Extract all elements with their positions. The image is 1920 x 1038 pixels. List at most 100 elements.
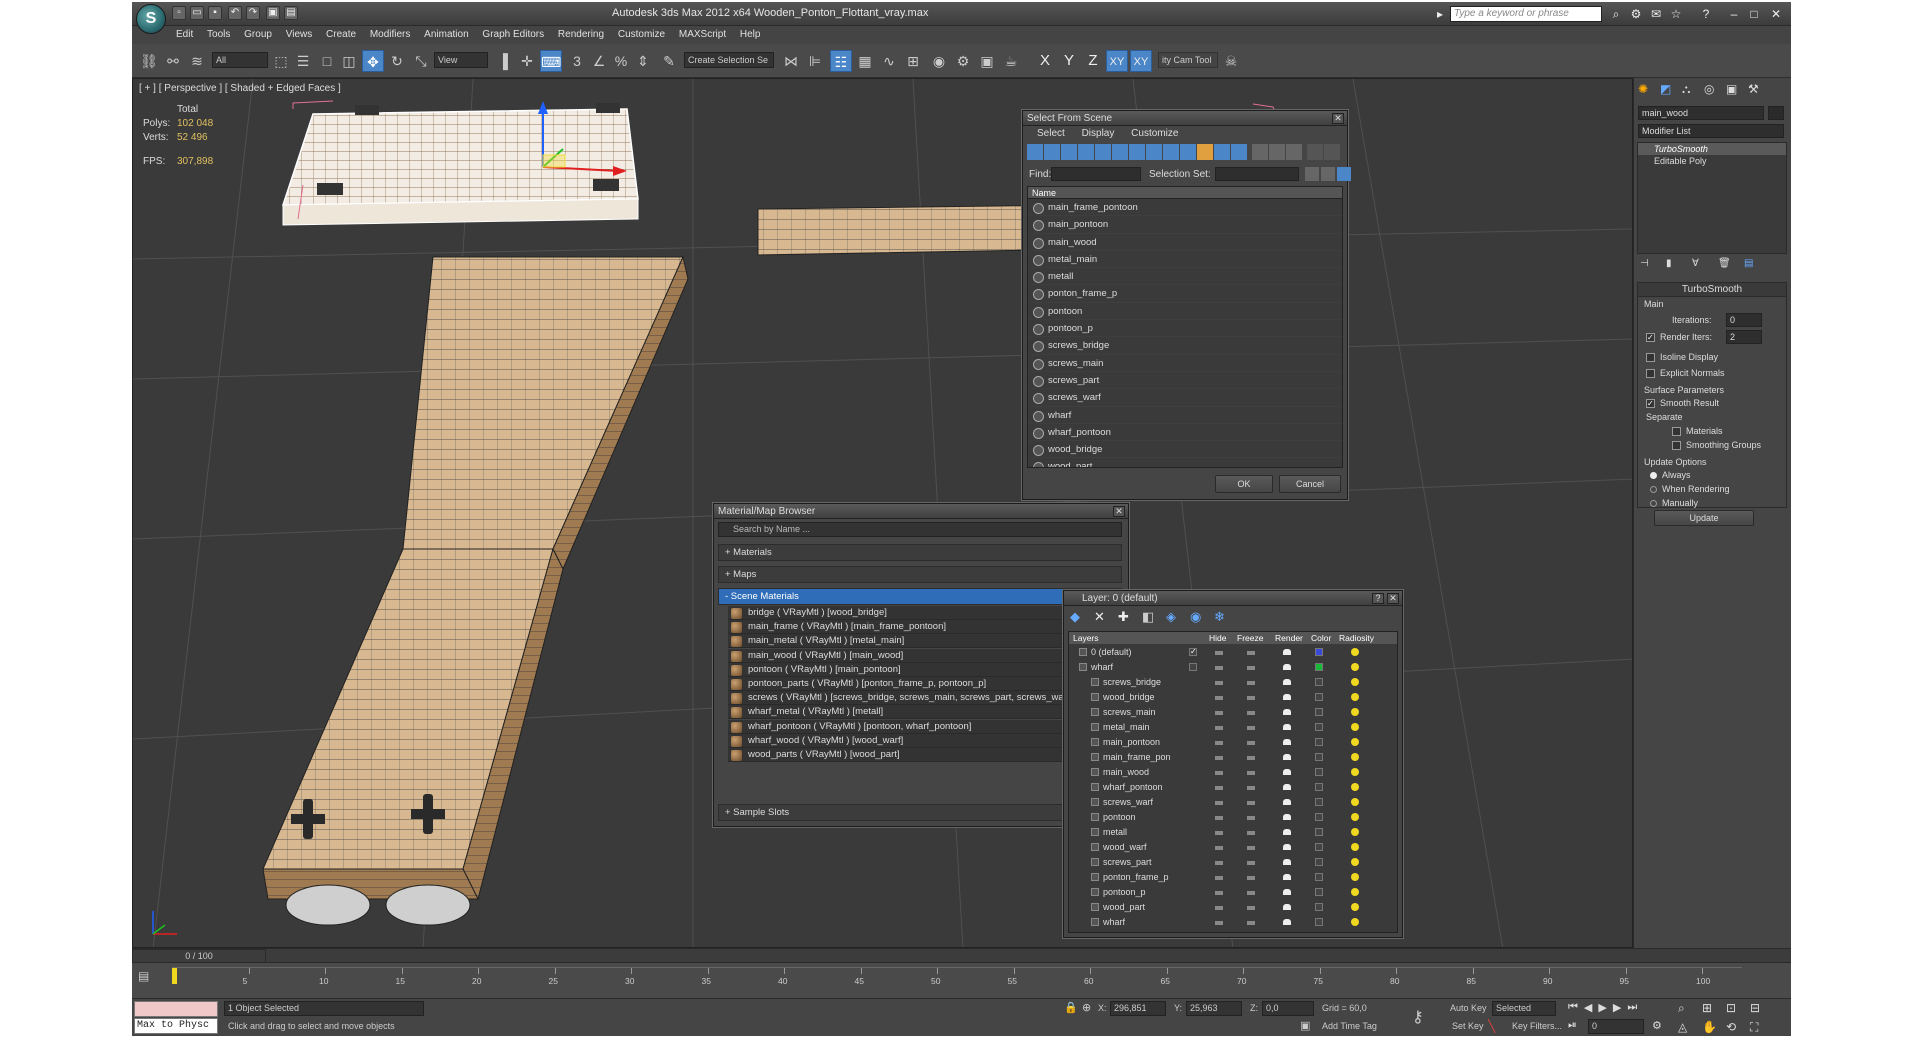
menu-tools[interactable]: Tools	[203, 26, 237, 40]
fov-icon[interactable]: ◬	[1678, 1020, 1702, 1035]
scene-material-item[interactable]: wharf_pontoon ( VRayMtl ) [pontoon, whar…	[728, 719, 1112, 734]
scene-material-item[interactable]: main_metal ( VRayMtl ) [metal_main]	[728, 634, 1112, 649]
binoculars-icon[interactable]: ⌕	[1608, 6, 1624, 22]
render-teapot-icon[interactable]	[1283, 859, 1291, 865]
layer-row[interactable]: pontoon_p	[1069, 885, 1397, 900]
iterations-spinner[interactable]: 0	[1726, 313, 1762, 327]
section-sample-slots[interactable]: + Sample Slots	[718, 804, 1122, 821]
close-icon[interactable]: ✕	[1113, 506, 1125, 517]
radiosity-bulb-icon[interactable]	[1351, 678, 1359, 686]
sfs-list-item[interactable]: pontoon_p	[1028, 320, 1342, 338]
stack-item-turbosmooth[interactable]: TurboSmooth	[1638, 143, 1786, 155]
layer-color-swatch[interactable]	[1315, 798, 1323, 806]
current-layer-checkbox[interactable]	[1189, 663, 1197, 671]
minimize-icon[interactable]: –	[1726, 6, 1742, 22]
sfs-set-icon-3[interactable]	[1337, 167, 1351, 181]
layer-color-swatch[interactable]	[1315, 678, 1323, 686]
layer-color-swatch[interactable]	[1315, 828, 1323, 836]
keyboard-shortcut-icon[interactable]: ⌨	[540, 50, 562, 72]
menu-edit[interactable]: Edit	[172, 26, 200, 40]
render-teapot-icon[interactable]	[1283, 649, 1291, 655]
hide-toggle[interactable]	[1215, 921, 1223, 925]
layer-row[interactable]: pontoon	[1069, 810, 1397, 825]
mirror-icon[interactable]: ⋈	[780, 50, 802, 72]
select-rotate-icon[interactable]: ↻	[386, 50, 408, 72]
filter-spacewarps-icon[interactable]	[1112, 144, 1128, 160]
manually-radio[interactable]	[1650, 500, 1657, 507]
freeze-toggle[interactable]	[1247, 801, 1255, 805]
zoom-extents-icon[interactable]: ⊡	[1726, 1001, 1750, 1016]
update-button[interactable]: Update	[1654, 510, 1754, 526]
key-selection-dropdown[interactable]: Selected	[1492, 1001, 1556, 1016]
select-none-icon[interactable]	[1269, 144, 1285, 160]
freeze-toggle[interactable]	[1247, 771, 1255, 775]
layer-row[interactable]: wharf	[1069, 915, 1397, 930]
freeze-toggle[interactable]	[1247, 681, 1255, 685]
rect-selection-icon[interactable]: □	[316, 50, 338, 72]
freeze-toggle[interactable]	[1247, 921, 1255, 925]
layer-color-swatch[interactable]	[1315, 738, 1323, 746]
object-name-input[interactable]: main_wood	[1638, 106, 1764, 120]
render-iters-checkbox[interactable]: ✓	[1646, 333, 1655, 342]
select-object-icon[interactable]: ⬚	[270, 50, 292, 72]
smoothing-groups-checkbox[interactable]	[1672, 441, 1681, 450]
menu-group[interactable]: Group	[240, 26, 279, 40]
axis-xy-button[interactable]: XY	[1106, 50, 1128, 72]
layer-color-swatch[interactable]	[1315, 723, 1323, 731]
track-bar-icon[interactable]: ▤	[138, 969, 156, 985]
menu-create[interactable]: Create	[322, 26, 363, 40]
key-mode-icon[interactable]: ⏯	[1568, 1019, 1577, 1032]
freeze-toggle[interactable]	[1247, 846, 1255, 850]
material-editor-icon[interactable]: ◉	[928, 50, 950, 72]
snaps-toggle-icon[interactable]: 3	[566, 50, 588, 72]
hide-toggle[interactable]	[1215, 696, 1223, 700]
go-to-start-icon[interactable]: ⏮	[1568, 1001, 1578, 1014]
key-icon[interactable]: ⚷	[1412, 1007, 1434, 1029]
sfs-name-header[interactable]: Name	[1028, 187, 1342, 199]
hide-all-icon[interactable]: ◉	[1190, 609, 1206, 625]
render-teapot-icon[interactable]	[1283, 739, 1291, 745]
radiosity-bulb-icon[interactable]	[1351, 648, 1359, 656]
menu-help[interactable]: Help	[736, 26, 768, 40]
explicit-normals-checkbox[interactable]	[1646, 369, 1655, 378]
menu-animation[interactable]: Animation	[420, 26, 475, 40]
set-key-button[interactable]: Set Key	[1452, 1021, 1484, 1031]
hide-toggle[interactable]	[1215, 756, 1223, 760]
zoom-icon[interactable]: ⌕	[1678, 1001, 1702, 1016]
current-layer-checkbox[interactable]: ✓	[1189, 648, 1197, 656]
sfs-set-icon-1[interactable]	[1305, 167, 1319, 181]
sfs-list-item[interactable]: wood_bridge	[1028, 441, 1342, 459]
play-icon[interactable]: ▶	[1598, 1001, 1606, 1014]
layer-row[interactable]: wood_part	[1069, 900, 1397, 915]
select-objects-icon[interactable]: ◧	[1142, 609, 1158, 625]
sfs-list-item[interactable]: screws_part	[1028, 372, 1342, 390]
show-end-result-icon[interactable]: ▮	[1666, 258, 1682, 272]
maxscript-mini-listener[interactable]: Max to Physc	[134, 1018, 218, 1034]
radiosity-bulb-icon[interactable]	[1351, 708, 1359, 716]
cam-tool-label[interactable]: ity Cam Tool	[1158, 52, 1218, 68]
bind-spacewarp-icon[interactable]: ≋	[186, 50, 208, 72]
search-arrow-icon[interactable]: ▸	[1432, 6, 1448, 22]
sfs-list-item[interactable]: metall	[1028, 268, 1342, 286]
bridge-deck-upper[interactable]	[402, 256, 684, 550]
link-icon[interactable]: ⛓	[138, 50, 160, 72]
layer-row[interactable]: wharf	[1069, 660, 1397, 675]
sfs-list-item[interactable]: screws_main	[1028, 355, 1342, 372]
render-teapot-icon[interactable]	[1283, 829, 1291, 835]
layer-color-swatch[interactable]	[1315, 768, 1323, 776]
menu-graph-editors[interactable]: Graph Editors	[478, 26, 551, 40]
sfs-list-item[interactable]: screws_bridge	[1028, 337, 1342, 355]
zoom-all-icon[interactable]: ⊞	[1702, 1001, 1726, 1016]
spinner-snap-icon[interactable]: ⇕	[632, 50, 654, 72]
radiosity-bulb-icon[interactable]	[1351, 918, 1359, 926]
freeze-toggle[interactable]	[1247, 741, 1255, 745]
layer-row[interactable]: metall	[1069, 825, 1397, 840]
next-frame-icon[interactable]: ▶	[1613, 1001, 1621, 1014]
menu-views[interactable]: Views	[282, 26, 320, 40]
stack-item-editable-poly[interactable]: Editable Poly	[1638, 155, 1786, 167]
layer-manager-icon[interactable]: ☷	[830, 50, 852, 72]
current-frame-field[interactable]: 0	[1588, 1019, 1644, 1034]
axis-xy-cycle-button[interactable]: XY	[1130, 50, 1152, 72]
subscription-icon[interactable]: ⚙	[1628, 6, 1644, 22]
col-hide[interactable]: Hide	[1209, 632, 1226, 644]
